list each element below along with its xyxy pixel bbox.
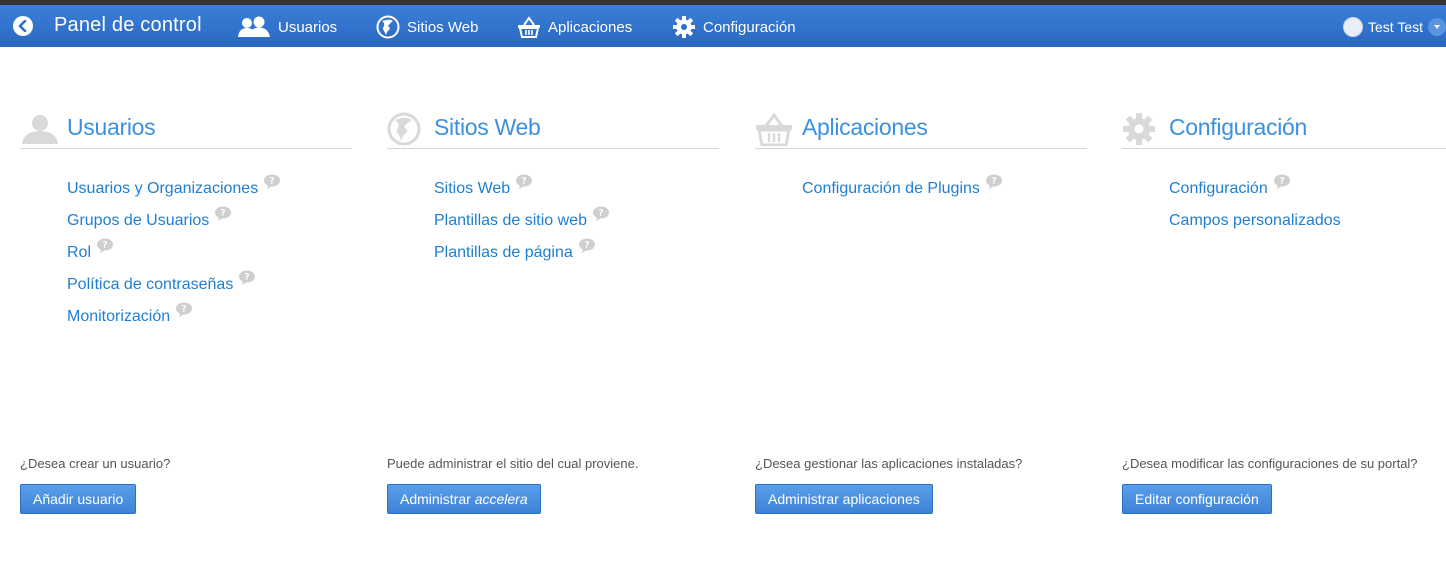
manage-site-button[interactable]: Administrar accelera — [387, 484, 541, 514]
site-name: accelera — [474, 491, 528, 507]
help-icon[interactable]: ? — [238, 270, 256, 291]
link-rol[interactable]: Rol — [67, 244, 91, 262]
svg-text:?: ? — [991, 177, 996, 187]
manage-applications-button[interactable]: Administrar aplicaciones — [755, 484, 933, 514]
back-button[interactable] — [13, 16, 33, 36]
link-list: Configuración de Plugins ? — [802, 174, 1003, 212]
svg-text:?: ? — [182, 305, 187, 315]
nav-item-label: Sitios Web — [407, 18, 479, 36]
link-politica-contrasenas[interactable]: Política de contraseñas — [67, 276, 233, 294]
help-icon[interactable]: ? — [592, 206, 610, 227]
nav-item-aplicaciones[interactable]: Aplicaciones — [517, 13, 632, 41]
link-campos-personalizados[interactable]: Campos personalizados — [1169, 212, 1341, 230]
list-item: Sitios Web ? — [434, 174, 610, 212]
help-icon[interactable]: ? — [515, 174, 533, 195]
section-question: ¿Desea gestionar las aplicaciones instal… — [755, 456, 1023, 471]
user-menu[interactable]: Test Test — [1343, 15, 1446, 39]
link-plantillas-sitio-web[interactable]: Plantillas de sitio web — [434, 212, 587, 230]
section-question: ¿Desea crear un usuario? — [20, 456, 171, 471]
link-plantillas-pagina[interactable]: Plantillas de página — [434, 244, 573, 262]
help-icon[interactable]: ? — [175, 302, 193, 323]
svg-text:?: ? — [598, 209, 603, 219]
help-icon[interactable]: ? — [214, 206, 232, 227]
section-question: ¿Desea modificar las configuraciones de … — [1122, 456, 1418, 471]
svg-text:?: ? — [270, 177, 275, 187]
section-configuracion: Configuración Configuración ? Campos per… — [1122, 108, 1446, 528]
users-icon — [238, 16, 270, 37]
basket-icon — [756, 112, 792, 146]
svg-text:?: ? — [221, 209, 226, 219]
page-title[interactable]: Panel de control — [54, 14, 202, 37]
svg-text:?: ? — [584, 241, 589, 251]
section-sitios-web: Sitios Web Sitios Web ? Plantillas de si… — [387, 108, 719, 528]
list-item: Plantillas de página ? — [434, 238, 610, 276]
svg-text:?: ? — [245, 273, 250, 283]
chevron-left-icon — [18, 20, 27, 32]
link-list: Configuración ? Campos personalizados — [1169, 174, 1341, 244]
section-title: Sitios Web — [434, 114, 541, 140]
gear-icon — [673, 16, 695, 38]
link-list: Sitios Web ? Plantillas de sitio web ? P… — [434, 174, 610, 276]
help-icon[interactable]: ? — [985, 174, 1003, 195]
link-monitorizacion[interactable]: Monitorización — [67, 308, 170, 326]
globe-icon — [376, 15, 400, 39]
avatar — [1343, 17, 1363, 37]
nav-item-configuracion[interactable]: Configuración — [672, 13, 796, 41]
list-item: Campos personalizados — [1169, 212, 1341, 244]
nav-item-usuarios[interactable]: Usuarios — [237, 13, 337, 41]
svg-text:?: ? — [102, 241, 107, 251]
section-title: Aplicaciones — [802, 114, 928, 140]
help-icon[interactable]: ? — [1273, 174, 1291, 195]
svg-text:?: ? — [1279, 177, 1284, 187]
add-user-button[interactable]: Añadir usuario — [20, 484, 137, 514]
section-header: Sitios Web — [387, 108, 719, 149]
nav-item-label: Aplicaciones — [548, 18, 633, 36]
users-icon — [22, 115, 58, 144]
help-icon[interactable]: ? — [578, 238, 596, 259]
nav-item-sitios-web[interactable]: Sitios Web — [376, 13, 478, 41]
list-item: Configuración de Plugins ? — [802, 174, 1003, 212]
link-usuarios-organizaciones[interactable]: Usuarios y Organizaciones — [67, 180, 258, 198]
user-name: Test Test — [1368, 19, 1423, 35]
link-configuracion-plugins[interactable]: Configuración de Plugins — [802, 180, 980, 198]
button-label: Administrar — [400, 491, 471, 507]
globe-icon — [387, 112, 421, 146]
help-icon[interactable]: ? — [263, 174, 281, 195]
list-item: Política de contraseñas ? — [67, 270, 281, 308]
section-title: Configuración — [1169, 114, 1308, 140]
list-item: Monitorización ? — [67, 302, 281, 340]
section-usuarios: Usuarios Usuarios y Organizaciones ? Gru… — [20, 108, 352, 528]
section-aplicaciones: Aplicaciones Configuración de Plugins ? … — [755, 108, 1087, 528]
gear-icon — [1123, 113, 1155, 145]
link-grupos-usuarios[interactable]: Grupos de Usuarios — [67, 212, 209, 230]
top-navigation-bar: Panel de control Usuarios Sitios Web Apl… — [0, 0, 1446, 47]
section-title: Usuarios — [67, 114, 156, 140]
section-header: Aplicaciones — [755, 108, 1087, 149]
chevron-down-icon[interactable] — [1428, 18, 1446, 36]
svg-text:?: ? — [522, 177, 527, 187]
help-icon[interactable]: ? — [96, 238, 114, 259]
link-sitios-web[interactable]: Sitios Web — [434, 180, 510, 198]
edit-configuration-button[interactable]: Editar configuración — [1122, 484, 1272, 514]
link-list: Usuarios y Organizaciones ? Grupos de Us… — [67, 174, 281, 340]
section-header: Usuarios — [20, 108, 352, 149]
section-question: Puede administrar el sitio del cual prov… — [387, 456, 639, 471]
link-configuracion[interactable]: Configuración — [1169, 180, 1268, 198]
nav-item-label: Configuración — [703, 18, 796, 36]
section-header: Configuración — [1122, 108, 1446, 149]
list-item: Usuarios y Organizaciones ? — [67, 174, 281, 212]
list-item: Configuración ? — [1169, 174, 1341, 212]
basket-icon — [518, 16, 540, 38]
nav-item-label: Usuarios — [278, 18, 338, 36]
